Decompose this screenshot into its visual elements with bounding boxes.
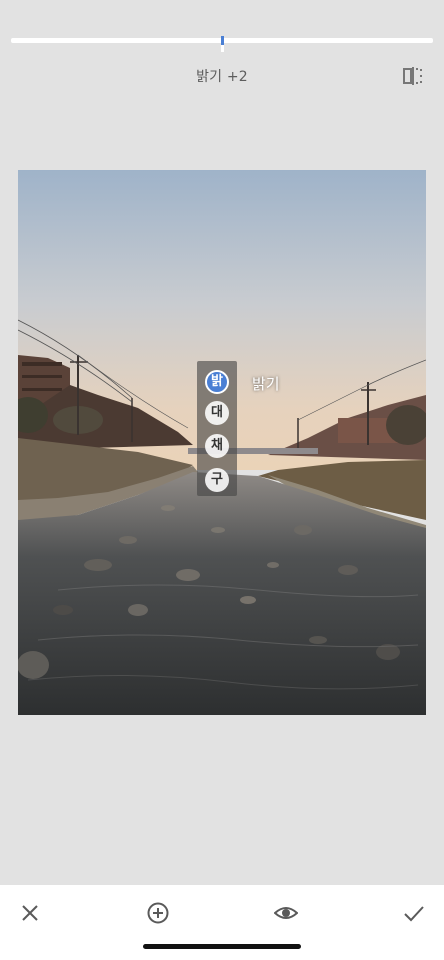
close-icon[interactable] xyxy=(18,901,42,925)
slider-handle[interactable] xyxy=(221,36,224,52)
checkmark-icon[interactable] xyxy=(402,901,426,925)
menu-item-structure[interactable]: 구 xyxy=(205,468,229,492)
menu-item-contrast[interactable]: 대 xyxy=(205,401,229,425)
adjustment-label: 밝기 +2 xyxy=(196,69,248,85)
adjustment-menu: 밝 대 채 구 xyxy=(197,361,237,496)
eye-icon[interactable] xyxy=(273,901,299,925)
plus-circle-icon[interactable] xyxy=(146,901,170,925)
menu-item-brightness[interactable]: 밝 xyxy=(205,370,229,394)
menu-item-saturation[interactable]: 채 xyxy=(205,434,229,458)
compare-icon[interactable] xyxy=(402,66,424,86)
bottom-toolbar xyxy=(0,885,444,960)
active-adjustment-caption: 밝기 xyxy=(252,375,280,393)
home-indicator xyxy=(143,944,301,949)
